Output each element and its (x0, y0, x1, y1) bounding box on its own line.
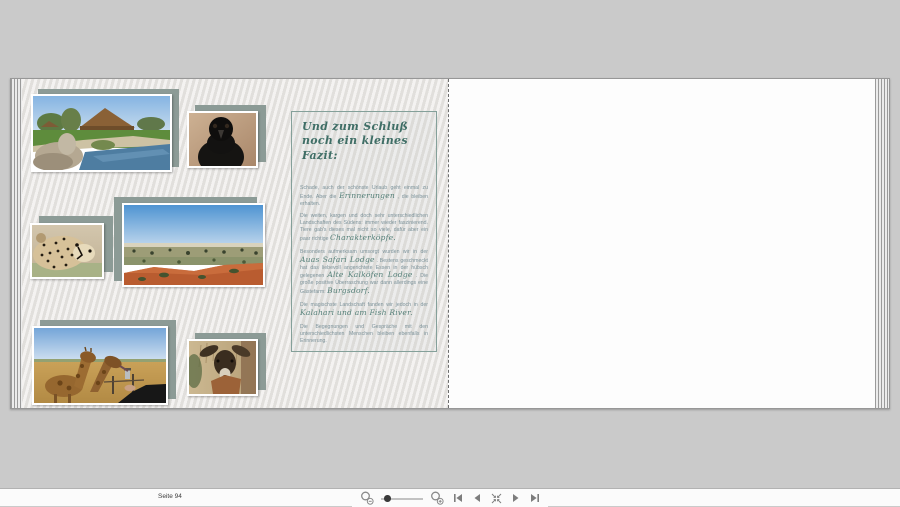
zoom-in-button[interactable] (428, 490, 446, 506)
book-spread: Und zum Schluß noch ein kleines Fazit: S… (10, 78, 890, 409)
paragraph: Die Begegnungen und Gespräche mit den un… (300, 324, 428, 345)
paragraph: Die magischste Landschaft fanden wir jed… (300, 302, 428, 318)
paragraph: Schade, auch der schönste Urlaub geht ei… (300, 185, 428, 208)
zoom-slider[interactable] (381, 493, 423, 503)
lodge-garden-pond-image (33, 96, 170, 170)
fit-to-window-button[interactable] (489, 492, 504, 505)
cheetah-image (32, 225, 102, 277)
paragraph: Besonders aufmerksam umsorgt wurden wir … (300, 249, 428, 296)
photo-frame[interactable] (31, 94, 172, 172)
text-run-accent: Kalahari und am Fish River. (300, 307, 413, 317)
first-page-icon (454, 494, 462, 502)
next-page-button[interactable] (509, 492, 523, 504)
fit-page-icon (491, 493, 502, 503)
page-stack-left-edge (11, 79, 22, 408)
giraffes-image (34, 328, 166, 403)
zoom-out-icon (361, 491, 374, 505)
kalahari-landscape-image (124, 205, 263, 285)
photo-frame[interactable] (30, 223, 104, 279)
page-stack-right-edge (875, 79, 889, 408)
zoom-in-icon (431, 491, 444, 505)
conclusion-text-box[interactable]: Und zum Schluß noch ein kleines Fazit: S… (291, 111, 437, 352)
antelope-image (189, 341, 256, 394)
photo-frame[interactable] (187, 339, 258, 396)
zoom-out-button[interactable] (358, 490, 376, 506)
status-bar: Seite 94 (0, 488, 900, 507)
text-run-accent: Erinnerungen (339, 190, 395, 200)
paragraph: Die weiten, kargen und doch sehr untersc… (300, 213, 428, 242)
text-run-accent: Burgsdorf. (327, 286, 370, 296)
photo-frame[interactable] (187, 111, 258, 168)
next-page-icon (513, 494, 519, 502)
black-bird-image (189, 113, 256, 166)
view-toolbar (352, 489, 548, 507)
previous-page-icon (474, 494, 480, 502)
last-page-icon (531, 494, 539, 502)
left-page[interactable]: Und zum Schluß noch ein kleines Fazit: S… (22, 79, 448, 408)
last-page-button[interactable] (528, 492, 542, 504)
previous-page-button[interactable] (470, 492, 484, 504)
page-number-label: Seite 94 (158, 493, 182, 500)
zoom-slider-handle[interactable] (384, 495, 391, 502)
photo-frame[interactable] (32, 326, 168, 405)
text-run-accent: Auas Safari Lodge (300, 254, 375, 264)
text-run-accent: Charakterköpfe. (330, 233, 396, 243)
first-page-button[interactable] (451, 492, 465, 504)
photo-frame[interactable] (122, 203, 265, 287)
text-run: Die Begegnungen und Gespräche mit den un… (300, 323, 428, 344)
right-page[interactable] (448, 79, 875, 408)
text-run-accent: Alte Kalköfen Lodge (327, 270, 413, 280)
text-box-title: Und zum Schluß noch ein kleines Fazit: (302, 120, 409, 162)
